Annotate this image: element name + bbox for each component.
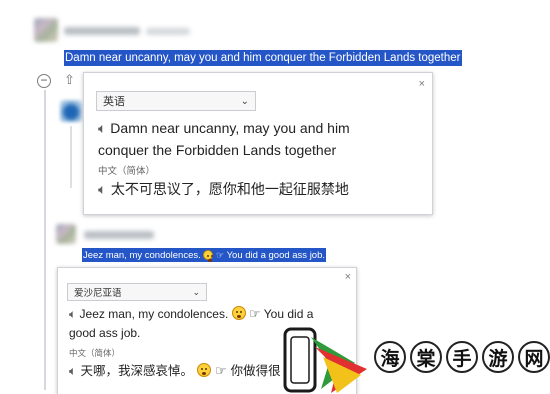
speaker-icon[interactable]: 🔈︎ — [98, 180, 106, 200]
chevron-down-icon: ⌄ — [240, 95, 249, 107]
close-icon[interactable]: × — [345, 271, 351, 283]
chevron-down-icon: ⌄ — [192, 286, 200, 297]
face-emoji-icon — [231, 306, 246, 320]
pointing-hand-emoji-icon: ☞ — [214, 364, 227, 379]
translated-text: 🔈︎ 天哪，我深感哀悼。 ☞ 你做得很 — [69, 362, 281, 380]
source-text: 🔈︎ Damn near uncanny, may you and him co… — [98, 117, 428, 161]
watermark-char: 手 — [446, 341, 478, 373]
translation-popup: × 英语 ⌄ 🔈︎ Damn near uncanny, may you and… — [83, 72, 433, 215]
watermark-char: 网 — [518, 341, 550, 373]
thread-line[interactable] — [70, 126, 72, 188]
watermark-char: 海 — [374, 341, 406, 373]
face-emoji-icon — [197, 363, 211, 377]
watermark-char: 游 — [482, 341, 514, 373]
comment-text[interactable]: Damn near uncanny, may you and him conqu… — [64, 50, 462, 66]
pointing-hand-emoji-icon: ☞ — [216, 250, 225, 260]
speaker-icon[interactable]: 🔈︎ — [98, 117, 106, 139]
watermark-logo — [283, 323, 373, 394]
avatar[interactable] — [60, 100, 82, 122]
speaker-icon[interactable]: 🔈︎ — [69, 362, 77, 380]
language-select[interactable]: 英语 ⌄ — [96, 91, 256, 111]
target-language-label: 中文（简体） — [69, 348, 121, 358]
comment-text[interactable]: Jeez man, my condolences. ☞ You did a go… — [82, 248, 327, 262]
watermark-text: 海 棠 手 游 网 — [374, 341, 550, 373]
upvote-icon[interactable]: ⇧ — [64, 73, 75, 87]
language-select-value: 爱沙尼亚语 — [74, 288, 122, 299]
face-emoji-icon — [203, 250, 214, 262]
watermark-char: 棠 — [410, 341, 442, 373]
username[interactable] — [64, 27, 140, 35]
language-select[interactable]: 爱沙尼亚语 ⌄ — [67, 283, 207, 301]
timestamp — [146, 28, 190, 35]
target-language-label: 中文（简体） — [98, 166, 156, 177]
collapse-button[interactable]: − — [37, 74, 51, 88]
username[interactable] — [84, 231, 154, 239]
avatar[interactable] — [56, 224, 76, 244]
avatar[interactable] — [34, 18, 58, 42]
close-icon[interactable]: × — [419, 78, 425, 90]
speaker-icon[interactable]: 🔈︎ — [69, 305, 76, 324]
translated-text: 🔈︎ 太不可思议了，愿你和他一起征服禁地 — [98, 180, 349, 200]
thread-line[interactable] — [44, 90, 46, 390]
language-select-value: 英语 — [103, 96, 125, 108]
pointing-hand-emoji-icon: ☞ — [248, 306, 261, 321]
